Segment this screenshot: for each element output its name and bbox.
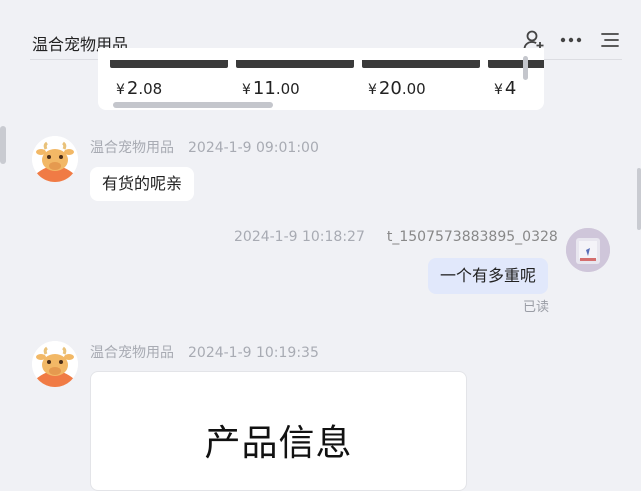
- product-info-title: 产品信息: [204, 423, 353, 464]
- message-meta: 温合宠物用品 2024-1-9 10:19:35: [90, 342, 319, 362]
- message-bubble[interactable]: 有货的呢亲: [90, 167, 195, 201]
- carousel-vertical-scrollbar[interactable]: [523, 56, 528, 80]
- message-meta: 温合宠物用品 2024-1-9 09:01:00: [90, 137, 319, 157]
- product-thumbnail: [110, 60, 228, 68]
- menu-icon[interactable]: [598, 28, 622, 52]
- message-bubble[interactable]: 一个有多重呢: [428, 258, 549, 294]
- shop-avatar[interactable]: [32, 136, 78, 182]
- product-thumbnail: [362, 60, 480, 68]
- message-time: 2024-1-9 09:01:00: [188, 140, 319, 156]
- more-icon[interactable]: [559, 28, 583, 52]
- product-item[interactable]: ¥11.00: [224, 48, 354, 110]
- left-scrollbar[interactable]: [0, 126, 6, 164]
- sender-name: t_1507573883895_0328: [386, 229, 558, 245]
- product-thumbnail: [236, 60, 354, 68]
- sender-name: 温合宠物用品: [90, 140, 174, 156]
- carousel-scrollbar[interactable]: [113, 102, 273, 108]
- message-time: 2024-1-9 10:18:27: [234, 229, 365, 245]
- product-price: ¥11.00: [242, 78, 300, 99]
- message-time: 2024-1-9 10:19:35: [188, 345, 319, 361]
- product-carousel[interactable]: ¥2.08 ¥11.00 ¥20.00 ¥4: [98, 48, 544, 110]
- product-price: ¥20.00: [368, 78, 426, 99]
- product-info-card[interactable]: 产品信息: [90, 371, 467, 491]
- product-item[interactable]: ¥2.08: [98, 48, 228, 110]
- product-thumbnail: [488, 60, 544, 68]
- product-price: ¥2.08: [116, 78, 163, 99]
- product-item[interactable]: ¥20.00: [350, 48, 480, 110]
- product-price: ¥4: [494, 78, 517, 99]
- product-item[interactable]: ¥4: [476, 48, 544, 110]
- chat-scrollbar[interactable]: [637, 168, 641, 230]
- user-avatar[interactable]: [566, 228, 610, 272]
- sender-name: 温合宠物用品: [90, 345, 174, 361]
- message-meta: 2024-1-9 10:18:27 t_1507573883895_0328: [234, 229, 558, 245]
- read-status: 已读: [523, 300, 550, 315]
- shop-avatar[interactable]: [32, 341, 78, 387]
